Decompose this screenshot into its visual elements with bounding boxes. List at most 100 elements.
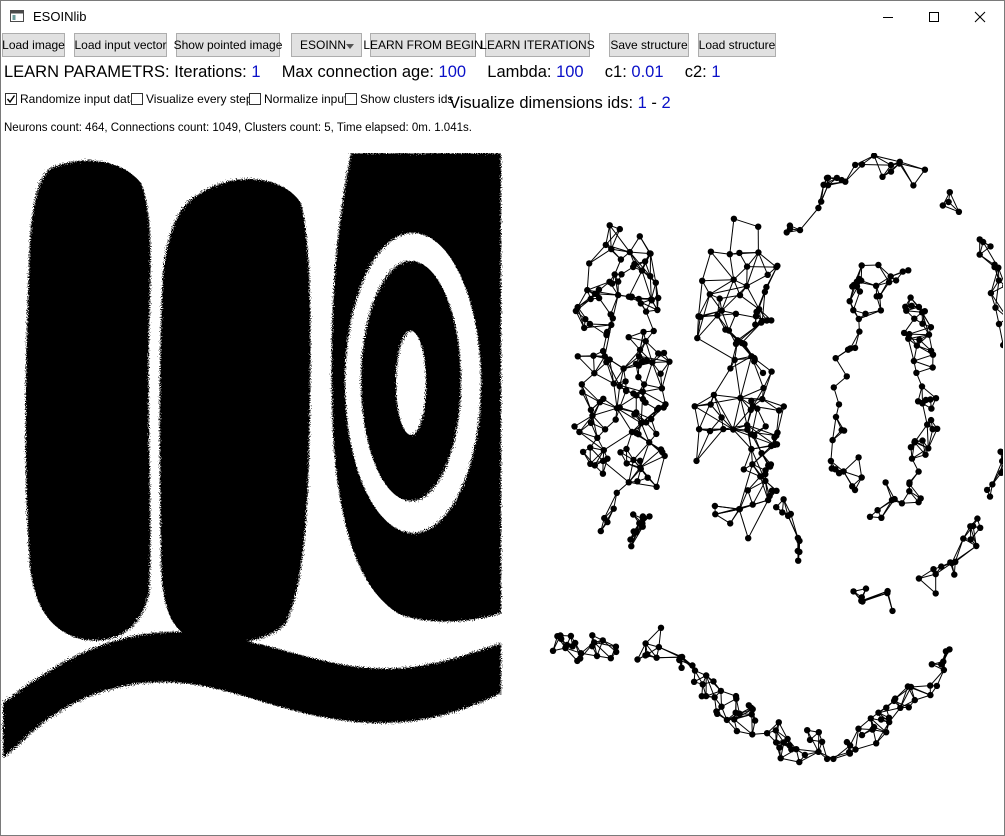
network-node [846, 298, 853, 305]
network-node [918, 383, 926, 390]
network-edge [577, 355, 595, 374]
network-edge [609, 225, 612, 250]
network-node [662, 401, 669, 408]
network-node [855, 725, 862, 732]
network-node [856, 328, 863, 335]
learn-parameters: LEARN PARAMETRS: Iterations: 1 Max conne… [4, 63, 721, 82]
network-node [976, 251, 983, 258]
network-node [833, 174, 841, 182]
network-edge [739, 356, 752, 399]
network-node [823, 174, 831, 182]
network-node [718, 307, 725, 314]
learn-from-begin-button[interactable]: LEARN FROM BEGIN [363, 33, 483, 57]
network-node [873, 740, 880, 747]
randomize-checkbox[interactable] [5, 93, 17, 105]
c1-value[interactable]: 0.01 [631, 63, 663, 81]
network-node [759, 369, 767, 377]
network-node [852, 746, 859, 753]
load-structure-button[interactable]: Load structure [698, 33, 776, 57]
algorithm-select[interactable]: ESOINN [291, 33, 362, 57]
network-node [620, 365, 627, 372]
network-node [737, 394, 744, 402]
network-node [589, 632, 596, 639]
network-edge [861, 590, 888, 602]
network-node [940, 666, 948, 674]
network-node [596, 399, 604, 406]
network-node [706, 427, 714, 435]
network-node [830, 384, 837, 391]
network-node [623, 387, 630, 394]
network-node [703, 672, 710, 679]
maximize-button[interactable] [911, 1, 957, 32]
network-node [853, 278, 861, 285]
network-node [888, 496, 896, 504]
network-node [612, 416, 619, 423]
network-node [858, 161, 866, 168]
network-node [657, 446, 665, 453]
network-node [587, 460, 594, 467]
network-node [648, 296, 655, 303]
network-edge [855, 742, 877, 750]
network-visualization[interactable] [503, 153, 1003, 833]
network-node [600, 447, 607, 454]
network-node [760, 384, 767, 392]
network-node [919, 400, 926, 407]
network-node [591, 290, 599, 297]
network-node [759, 317, 766, 325]
visualize-dim-from[interactable]: 1 [638, 94, 647, 112]
network-node [751, 717, 759, 724]
input-image[interactable] [1, 153, 503, 833]
load-image-button[interactable]: Load image [2, 33, 65, 57]
minimize-button[interactable] [865, 1, 911, 32]
show-pointed-image-button[interactable]: Show pointed image [174, 33, 282, 57]
network-node [661, 452, 668, 460]
visualize-dim-to[interactable]: 2 [662, 94, 671, 112]
network-node [635, 373, 642, 381]
network-node [628, 543, 635, 550]
network-edge [702, 279, 734, 282]
network-node [707, 248, 715, 255]
network-node [1000, 341, 1003, 349]
normalize-checkbox[interactable] [249, 93, 261, 105]
network-edge [698, 394, 715, 430]
network-node [869, 726, 876, 733]
max-age-value[interactable]: 100 [439, 63, 467, 81]
network-node [612, 643, 620, 650]
network-node [649, 359, 656, 366]
network-node [772, 727, 779, 734]
network-node [608, 245, 615, 253]
network-node [599, 457, 607, 465]
network-node [549, 647, 557, 654]
network-node [906, 330, 913, 338]
iterations-value[interactable]: 1 [251, 63, 260, 81]
show-clusters-checkbox[interactable] [345, 93, 357, 105]
network-node [711, 502, 719, 510]
visualize-every-step-checkbox[interactable] [131, 93, 143, 105]
network-node [755, 223, 762, 230]
network-node [646, 513, 653, 520]
load-input-vector-button[interactable]: Load input vector [74, 33, 167, 57]
network-node [916, 336, 923, 343]
lambda-value[interactable]: 100 [556, 63, 584, 81]
network-edge [656, 455, 666, 487]
network-edge [747, 266, 777, 268]
network-edge [729, 218, 735, 255]
network-node [655, 350, 662, 357]
network-node [745, 535, 752, 542]
c2-value[interactable]: 1 [711, 63, 720, 81]
network-node [660, 349, 668, 357]
network-node [855, 454, 862, 461]
app-window: ESOINlib Load image Load input vector Sh… [0, 0, 1005, 836]
network-node [633, 392, 640, 399]
network-node [748, 397, 755, 404]
network-node [586, 260, 593, 267]
network-node [768, 368, 775, 375]
network-node [714, 312, 721, 319]
learn-iterations-button[interactable]: LEARN ITERATIONS [480, 33, 595, 57]
network-node [925, 331, 933, 338]
close-button[interactable] [957, 1, 1003, 32]
network-node [992, 304, 999, 311]
network-node [858, 474, 865, 481]
save-structure-button[interactable]: Save structure [609, 33, 689, 57]
network-edge [586, 263, 590, 291]
